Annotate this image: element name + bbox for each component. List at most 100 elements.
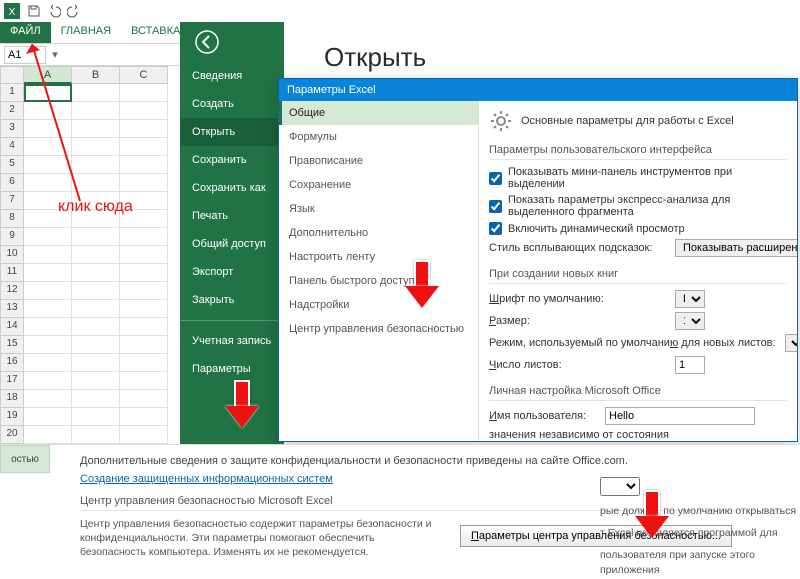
tooltip-style-select[interactable]: Показывать расширенные всплывающие подск…: [675, 239, 797, 257]
cell[interactable]: [24, 372, 72, 390]
dialog-nav-item[interactable]: Панель быстрого доступа: [279, 269, 478, 293]
column-header-b[interactable]: B: [72, 66, 120, 84]
cell[interactable]: [72, 156, 120, 174]
size-select[interactable]: 11: [675, 312, 705, 330]
dialog-nav-item[interactable]: Правописание: [279, 149, 478, 173]
backstage-item[interactable]: Сохранить: [180, 146, 284, 174]
cell[interactable]: [24, 174, 72, 192]
cell[interactable]: [24, 102, 72, 120]
row-header[interactable]: 11: [0, 264, 24, 282]
cell[interactable]: [72, 408, 120, 426]
row-header[interactable]: 6: [0, 174, 24, 192]
cell[interactable]: [72, 336, 120, 354]
cell[interactable]: [24, 354, 72, 372]
nav-stub[interactable]: остью: [0, 445, 50, 473]
cell[interactable]: [24, 210, 72, 228]
chk-live-preview[interactable]: Включить динамический просмотр: [489, 220, 787, 237]
cell[interactable]: [120, 210, 168, 228]
backstage-item[interactable]: Общий доступ: [180, 230, 284, 258]
cell[interactable]: [72, 390, 120, 408]
cell[interactable]: [120, 390, 168, 408]
cell[interactable]: [120, 318, 168, 336]
column-header-c[interactable]: C: [120, 66, 168, 84]
cell[interactable]: [24, 192, 72, 210]
column-header-a[interactable]: A: [24, 66, 72, 84]
row-header[interactable]: 9: [0, 228, 24, 246]
undo-icon[interactable]: [44, 2, 64, 20]
cell[interactable]: [24, 246, 72, 264]
row-header[interactable]: 2: [0, 102, 24, 120]
dialog-nav-item[interactable]: Общие: [279, 101, 478, 125]
backstage-item[interactable]: Экспорт: [180, 258, 284, 286]
cell[interactable]: [120, 300, 168, 318]
row-header[interactable]: 12: [0, 282, 24, 300]
cell[interactable]: [24, 300, 72, 318]
cell[interactable]: [24, 390, 72, 408]
cell[interactable]: [72, 372, 120, 390]
row-header[interactable]: 4: [0, 138, 24, 156]
row-header[interactable]: 7: [0, 192, 24, 210]
row-header[interactable]: 17: [0, 372, 24, 390]
backstage-item[interactable]: Сведения: [180, 62, 284, 90]
cell[interactable]: [120, 354, 168, 372]
backstage-item[interactable]: Учетная запись: [180, 327, 284, 355]
cell[interactable]: [72, 210, 120, 228]
cell[interactable]: [72, 120, 120, 138]
cell[interactable]: [72, 84, 120, 102]
tab-file[interactable]: ФАЙЛ: [0, 22, 51, 43]
cell[interactable]: [24, 426, 72, 444]
cell[interactable]: [24, 138, 72, 156]
cell[interactable]: [120, 228, 168, 246]
dialog-nav-item[interactable]: Дополнительно: [279, 221, 478, 245]
chk-minipanel[interactable]: Показывать мини-панель инструментов при …: [489, 164, 787, 192]
row-header[interactable]: 20: [0, 426, 24, 444]
font-select[interactable]: Шрифт текста: [675, 290, 705, 308]
row-header[interactable]: 19: [0, 408, 24, 426]
cell[interactable]: [72, 300, 120, 318]
cell[interactable]: [120, 192, 168, 210]
backstage-item[interactable]: Закрыть: [180, 286, 284, 314]
cell[interactable]: [120, 102, 168, 120]
cell[interactable]: [24, 156, 72, 174]
cell[interactable]: [72, 354, 120, 372]
namebox-dropdown-icon[interactable]: ▾: [48, 48, 62, 61]
cell[interactable]: [24, 228, 72, 246]
cell[interactable]: [72, 318, 120, 336]
cell[interactable]: [72, 192, 120, 210]
sheets-input[interactable]: [675, 356, 705, 374]
cell[interactable]: [120, 120, 168, 138]
cell[interactable]: [120, 336, 168, 354]
row-header[interactable]: 5: [0, 156, 24, 174]
dialog-nav-item[interactable]: Надстройки: [279, 293, 478, 317]
cell[interactable]: [72, 426, 120, 444]
cell[interactable]: [72, 174, 120, 192]
cell[interactable]: [120, 372, 168, 390]
row-header[interactable]: 13: [0, 300, 24, 318]
backstage-item[interactable]: Открыть: [180, 118, 284, 146]
select-all-corner[interactable]: [0, 66, 24, 84]
back-button[interactable]: [180, 22, 284, 62]
backstage-item[interactable]: Параметры: [180, 355, 284, 383]
username-input[interactable]: [605, 407, 755, 425]
cell[interactable]: [24, 336, 72, 354]
backstage-item[interactable]: Сохранить как: [180, 174, 284, 202]
dialog-nav-item[interactable]: Настроить ленту: [279, 245, 478, 269]
cell[interactable]: [24, 318, 72, 336]
cell[interactable]: [120, 156, 168, 174]
cell[interactable]: [120, 174, 168, 192]
cell[interactable]: [72, 282, 120, 300]
cell[interactable]: [72, 264, 120, 282]
backstage-item[interactable]: Печать: [180, 202, 284, 230]
cell[interactable]: [72, 138, 120, 156]
dialog-nav-item[interactable]: Язык: [279, 197, 478, 221]
save-icon[interactable]: [24, 2, 44, 20]
row-header[interactable]: 18: [0, 390, 24, 408]
backstage-item[interactable]: Создать: [180, 90, 284, 118]
cell[interactable]: [72, 246, 120, 264]
cell[interactable]: [72, 102, 120, 120]
cell[interactable]: [24, 120, 72, 138]
cell[interactable]: [120, 282, 168, 300]
cell[interactable]: [120, 84, 168, 102]
cell[interactable]: [24, 84, 72, 102]
cell[interactable]: [24, 264, 72, 282]
